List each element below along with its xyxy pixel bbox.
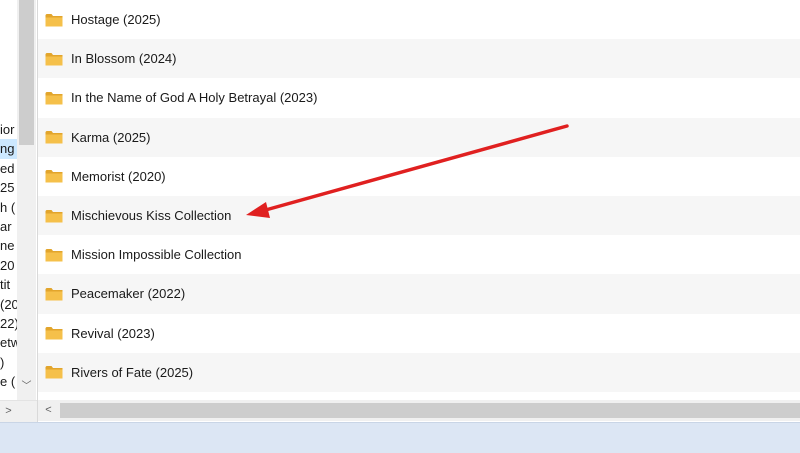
folder-row[interactable]: Mischievous Kiss Collection (38, 196, 800, 236)
folder-name: Rivers of Fate (2025) (71, 364, 194, 380)
folder-icon (45, 169, 63, 183)
folder-row[interactable]: In the Name of God A Holy Betrayal (2023… (38, 78, 800, 117)
navigation-item[interactable]: tit (0, 275, 17, 294)
folder-icon (45, 326, 63, 340)
folder-name: Peacemaker (2022) (71, 286, 186, 302)
navigation-item[interactable]: ) (0, 353, 17, 372)
folder-name: Memorist (2020) (71, 168, 166, 184)
folder-icon (45, 365, 63, 379)
folder-list: Hostage (2025) In Blossom (2024) In the Na… (38, 0, 800, 400)
folder-name: In Blossom (2024) (71, 51, 177, 67)
navigation-item[interactable]: 25 (0, 178, 17, 197)
list-scroll-thumb[interactable] (60, 403, 800, 418)
navigation-vertical-scrollbar[interactable]: ︿ ﹀ (17, 0, 36, 400)
navigation-item[interactable]: etw (0, 333, 17, 352)
folder-row[interactable]: Revival (2023) (38, 314, 800, 353)
navigation-item[interactable]: e ( (0, 372, 17, 391)
navigation-scroll-thumb[interactable] (19, 0, 34, 145)
folder-name: Karma (2025) (71, 129, 151, 145)
folder-row[interactable]: Memorist (2020) (38, 157, 800, 196)
folder-row[interactable]: Hostage (2025) (38, 0, 800, 39)
folder-name: Mischievous Kiss Collection (71, 208, 232, 224)
navigation-item[interactable]: ed (0, 159, 17, 178)
folder-row[interactable]: Karma (2025) (38, 117, 800, 157)
navigation-item[interactable]: ar (0, 217, 17, 236)
navigation-horizontal-scrollbar[interactable]: > (0, 400, 37, 422)
folder-icon (45, 130, 63, 144)
navigation-item[interactable]: 22) (0, 314, 17, 333)
chevron-right-icon[interactable]: > (0, 401, 17, 422)
folder-row[interactable]: Rivers of Fate (2025) (38, 352, 800, 392)
folder-name: Mission Impossible Collection (71, 247, 242, 263)
folder-icon (45, 91, 63, 105)
folder-icon (45, 248, 63, 262)
folder-icon (45, 52, 63, 66)
folder-name: In the Name of God A Holy Betrayal (2023… (71, 90, 318, 106)
folder-name: Revival (2023) (71, 325, 155, 341)
navigation-item[interactable]: ne (0, 236, 17, 255)
navigation-item[interactable]: ng (0, 139, 17, 159)
folder-row[interactable]: Mission Impossible Collection (38, 235, 800, 274)
folder-icon (45, 287, 63, 301)
folder-icon (45, 13, 63, 27)
folder-row[interactable]: In Blossom (2024) (38, 39, 800, 79)
navigation-pane: iornged25h (arne20tit(2022)etw)e ( ︿ ﹀ > (0, 0, 38, 422)
status-bar (0, 422, 800, 453)
chevron-down-icon[interactable]: ﹀ (17, 378, 36, 395)
navigation-item[interactable]: (20 (0, 295, 17, 314)
chevron-left-icon[interactable]: < (38, 400, 59, 421)
folder-name: Hostage (2025) (71, 12, 161, 28)
navigation-item[interactable]: h ( (0, 198, 17, 217)
list-horizontal-scrollbar[interactable]: < (38, 400, 800, 421)
navigation-item[interactable]: 20 (0, 256, 17, 275)
navigation-tree: iornged25h (arne20tit(2022)etw)e ( (0, 120, 17, 391)
navigation-item[interactable]: ior (0, 120, 17, 139)
folder-icon (45, 209, 63, 223)
folder-row[interactable]: Peacemaker (2022) (38, 274, 800, 314)
